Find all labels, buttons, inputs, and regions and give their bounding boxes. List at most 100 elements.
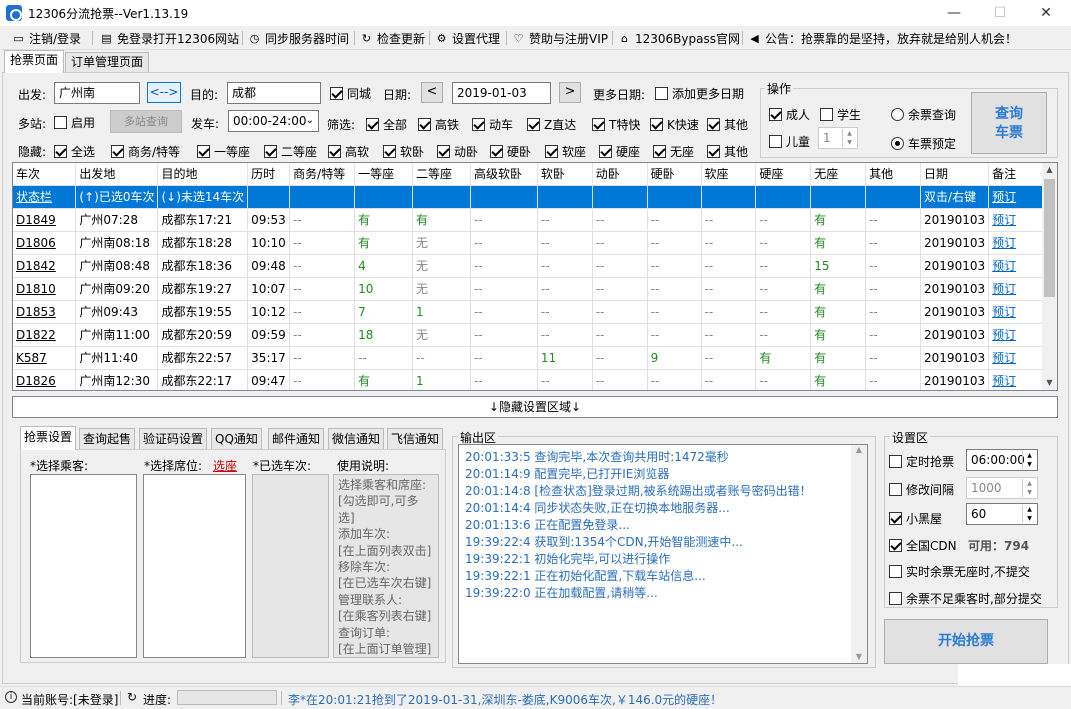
filter-other[interactable]: 其他 [707, 116, 748, 133]
hide-yingzuo-check[interactable] [599, 145, 612, 158]
timed-input[interactable]: 06:00:00 ▲ ▼ [966, 449, 1038, 471]
blackroom-checkbox[interactable]: 小黑屋 [889, 510, 942, 527]
hide-other-check[interactable] [707, 145, 720, 158]
grid-cell[interactable]: D1826 [13, 369, 77, 390]
grid-cell[interactable]: D1810 [13, 277, 77, 301]
column-header[interactable]: 硬座 [755, 163, 812, 186]
spin-down-icon[interactable]: ▼ [842, 138, 856, 147]
train-row[interactable]: D1822 广州南11:00 成都东20:59 09:59 -- 18 无 -- -- -- -- -… [13, 323, 1057, 347]
enable-multi-checkbox[interactable]: 启用 [54, 114, 95, 131]
train-row[interactable]: K587 广州11:40 成都东22:57 35:17 -- -- -- -- 11 -- 9 -- 有… [13, 346, 1057, 370]
timed-spinner[interactable]: ▲ ▼ [1022, 451, 1036, 469]
minimize-button[interactable]: — [931, 0, 977, 26]
tab-captcha[interactable]: 验证码设置 [139, 428, 208, 449]
blackroom-spinner[interactable]: ▲ ▼ [1022, 505, 1036, 523]
filter-gaotie[interactable]: 高铁 [418, 116, 459, 133]
scroll-down-icon[interactable]: ▼ [1042, 376, 1057, 390]
filter-all-check[interactable] [366, 118, 379, 131]
filter-other-check[interactable] [707, 118, 720, 131]
hide-second-check[interactable] [264, 145, 277, 158]
multi-query-button[interactable]: 多站查询 [110, 110, 182, 133]
spin-up-icon[interactable]: ▲ [842, 129, 856, 138]
spin-up-icon[interactable]: ▲ [1022, 451, 1036, 460]
hide-gaoruan-check[interactable] [328, 145, 341, 158]
filter-k-check[interactable] [650, 118, 663, 131]
interval-spinner[interactable]: ▲ ▼ [1022, 479, 1036, 497]
book-radio-dot[interactable] [891, 137, 904, 150]
adult-checkbox[interactable]: 成人 [769, 106, 810, 123]
spin-down-icon[interactable]: ▼ [1022, 488, 1036, 497]
train-row[interactable]: D1810 广州南09:20 成都东19:27 10:07 -- 10 无 -- -- -- -- -… [13, 277, 1057, 301]
student-check[interactable] [820, 108, 833, 121]
hide-all[interactable]: 全选 [54, 143, 95, 160]
spin-down-icon[interactable]: ▼ [1022, 460, 1036, 469]
filter-dongche[interactable]: 动车 [472, 116, 513, 133]
tab-grab[interactable]: 抢票页面 [4, 50, 65, 73]
child-checkbox[interactable]: 儿童 [769, 133, 810, 150]
hide-first[interactable]: 一等座 [197, 143, 250, 160]
remain-query-radio[interactable]: 余票查询 [891, 106, 956, 123]
column-header[interactable]: 二等座 [412, 163, 471, 186]
column-header[interactable]: 目的地 [157, 163, 249, 186]
filter-t-check[interactable] [592, 118, 605, 131]
no-seat-checkbox[interactable]: 实时余票无座时,不提交 [889, 563, 1030, 580]
scroll-down-icon[interactable]: ▼ [851, 652, 867, 661]
grid-cell[interactable]: D1822 [13, 323, 77, 347]
grid-cell[interactable]: D1842 [13, 254, 77, 278]
tab-orders[interactable]: 订单管理页面 [65, 52, 150, 72]
column-header[interactable]: 历时 [247, 163, 291, 186]
grid-cell[interactable]: 状态栏 [13, 185, 77, 209]
output-log[interactable]: 20:01:33:5 查询完毕,本次查询共用时:1472毫秒 20:01:14:… [458, 444, 868, 664]
cdn-checkbox[interactable]: 全国CDN [889, 537, 957, 554]
passenger-list[interactable] [30, 474, 137, 658]
tab-fetion-notify[interactable]: 飞信通知 [387, 428, 444, 449]
partial-check[interactable] [889, 592, 902, 605]
menu-sponsor[interactable]: ♡ 赞助与注册VIP [512, 30, 608, 47]
hide-settings-bar[interactable]: ↓隐藏设置区域↓ [12, 396, 1058, 418]
hide-ruanzuo-check[interactable] [545, 145, 558, 158]
hide-yingwo[interactable]: 硬卧 [490, 143, 531, 160]
column-header[interactable]: 一等座 [354, 163, 414, 186]
tab-qq-notify[interactable]: QQ通知 [211, 428, 262, 449]
seat-select-link[interactable]: 选座 [213, 457, 237, 474]
filter-all[interactable]: 全部 [366, 116, 407, 133]
timed-checkbox[interactable]: 定时抢票 [889, 453, 954, 470]
column-header[interactable]: 硬卧 [647, 163, 702, 186]
grid-cell[interactable]: D1806 [13, 231, 77, 255]
hide-yingzuo[interactable]: 硬座 [599, 143, 640, 160]
filter-z-check[interactable] [527, 118, 540, 131]
cdn-check[interactable] [889, 539, 902, 552]
adult-check[interactable] [769, 108, 782, 121]
maximize-button[interactable]: ☐ [977, 0, 1023, 26]
tab-query-sale[interactable]: 查询起售 [79, 428, 136, 449]
hide-second[interactable]: 二等座 [264, 143, 317, 160]
hide-other[interactable]: 其他 [707, 143, 748, 160]
hide-first-check[interactable] [197, 145, 210, 158]
hide-ruanzuo[interactable]: 软座 [545, 143, 586, 160]
train-row[interactable]: D1826 广州南12:30 成都东22:17 09:47 -- 有 1 -- -- -- -- --… [13, 369, 1057, 390]
prev-date-button[interactable]: < [421, 82, 443, 103]
hide-ruanwo-check[interactable] [383, 145, 396, 158]
filter-gaotie-check[interactable] [418, 118, 431, 131]
child-count-input[interactable]: 1 ▲ ▼ [818, 127, 858, 149]
add-more-dates-check[interactable] [655, 87, 668, 100]
spin-down-icon[interactable]: ▼ [1022, 514, 1036, 523]
same-city-check[interactable] [330, 87, 343, 100]
column-header[interactable]: 其他 [865, 163, 922, 186]
filter-dongche-check[interactable] [472, 118, 485, 131]
filter-k[interactable]: K快速 [650, 116, 699, 133]
student-checkbox[interactable]: 学生 [820, 106, 861, 123]
menu-sync-time[interactable]: ◷ 同步服务器时间 [248, 30, 349, 47]
column-header[interactable]: 无座 [810, 163, 867, 186]
start-grab-button[interactable]: 开始抢票 [884, 619, 1048, 664]
menu-notice[interactable]: ◀ 公告：抢票靠的是坚持，放弃就是给别人机会！ [748, 30, 1017, 47]
child-check[interactable] [769, 135, 782, 148]
column-header[interactable]: 高级软卧 [470, 163, 538, 186]
book-radio[interactable]: 车票预定 [891, 135, 956, 152]
depart-select[interactable]: 00:00-24:00 ⌄ [228, 110, 319, 132]
next-date-button[interactable]: > [559, 82, 581, 103]
timed-check[interactable] [889, 455, 902, 468]
train-row[interactable]: D1842 广州南08:48 成都东18:36 09:48 -- 4 无 -- -- -- -- --… [13, 254, 1057, 278]
seat-list[interactable] [143, 474, 246, 658]
column-header[interactable]: 车次 [13, 163, 77, 186]
